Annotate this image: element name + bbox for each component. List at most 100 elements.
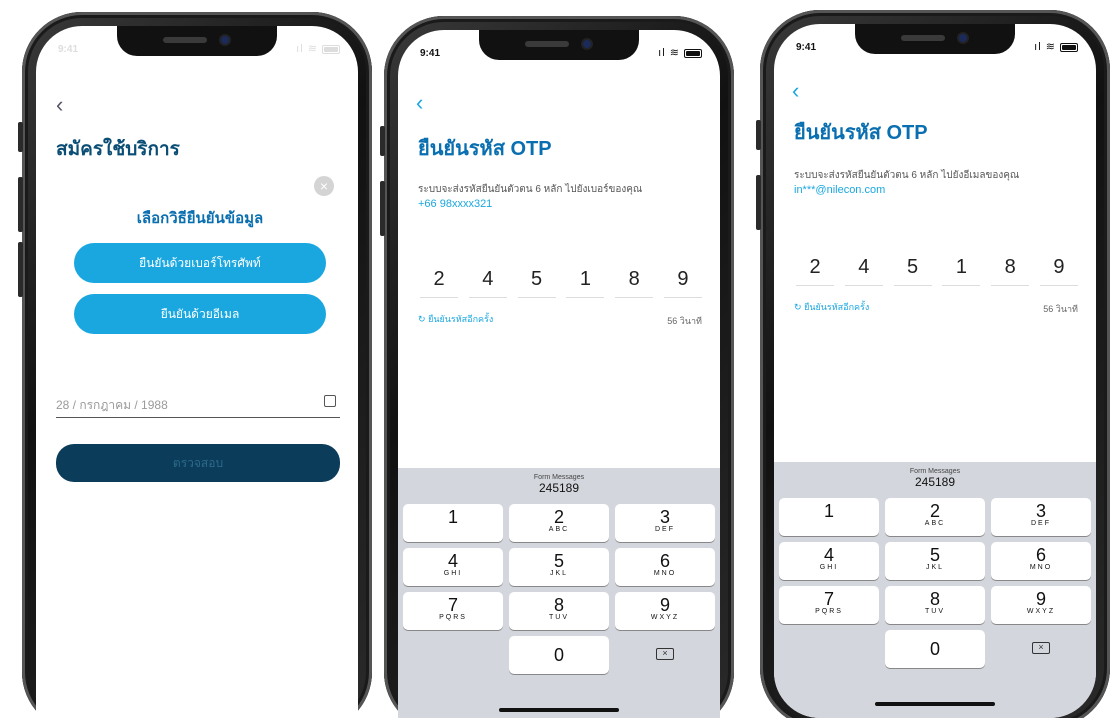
key-digit: 2 [553,507,564,527]
backspace-icon: × [1032,642,1050,654]
key-letters: PQRS [815,608,843,615]
suggestion-code: 245189 [538,481,580,495]
key-digit: 9 [659,595,670,615]
key-digit: 7 [823,589,834,609]
key-6[interactable]: 6 MNO [615,548,715,586]
key-7[interactable]: 7 PQRS [403,592,503,630]
status-icons: ıl ≋ [658,46,702,59]
phone-1: 9:41 ıl ≋ ‹ สมัครใช้บริการ 28 / กรกฎาคม … [18,12,372,718]
otp-digit[interactable]: 1 [942,256,981,286]
otp-input[interactable]: 245189 [796,256,1078,286]
key-digit: 8 [929,589,940,609]
key-4[interactable]: 4 GHI [779,542,879,580]
key-digit: 9 [1035,589,1046,609]
otp-digit[interactable]: 9 [1039,256,1078,286]
page-title: สมัครใช้บริการ [56,139,180,160]
volume-up-button [18,177,23,232]
otp-description: ระบบจะส่งรหัสยืนยันตัวตน 6 หลัก ไปยังเบอ… [418,184,643,195]
otp-digit[interactable]: 4 [468,268,507,298]
suggestion-source: Form Messages [909,468,961,475]
key-digit: 2 [929,501,940,521]
otp-suggestion[interactable]: Form Messages 245189 [774,462,1096,498]
suggestion-code: 245189 [914,475,956,489]
status-time: 9:41 [796,42,817,53]
key-6[interactable]: 6 MNO [991,542,1091,580]
key-letters: ABC [548,526,570,533]
key-8[interactable]: 8 TUV [509,592,609,630]
mockup-stage: 9:41 ıl ≋ ‹ สมัครใช้บริการ 28 / กรกฎาคม … [0,0,1118,718]
back-chevron-icon[interactable]: ‹ [416,90,423,116]
modal-title: เลือกวิธียืนยันข้อมูล [136,210,264,227]
key-3[interactable]: 3 DEF [615,504,715,542]
key-9[interactable]: 9 WXYZ [991,586,1091,624]
key-0[interactable]: 0 [885,630,985,668]
otp-digit[interactable]: 5 [517,268,556,298]
key-digit: 8 [553,595,564,615]
key-digit: 4 [823,545,834,565]
birthdate-field[interactable]: 28 / กรกฎาคม / 1988 [56,388,340,418]
resend-label: ยืนยันรหัสอีกครั้ง [428,314,494,324]
key-digit: 5 [929,545,940,565]
otp-digit[interactable]: 8 [615,268,654,298]
home-indicator [875,702,995,706]
key-letters: JKL [925,564,945,571]
back-chevron-icon[interactable]: ‹ [792,78,799,104]
key-9[interactable]: 9 WXYZ [615,592,715,630]
verify-email-button[interactable]: ยืนยันด้วยอีเมล [74,294,326,334]
otp-digit[interactable]: 1 [566,268,605,298]
battery-icon [684,48,702,58]
otp-digit[interactable]: 2 [796,256,834,286]
key-3[interactable]: 3 DEF [991,498,1091,536]
submit-button[interactable]: ตรวจสอบ [56,444,340,482]
delete-key[interactable]: × [615,636,715,674]
signal-icon: ıl [658,47,666,59]
key-letters: DEF [1031,520,1051,527]
back-chevron-icon[interactable]: ‹ [56,92,63,118]
key-letters: TUV [549,614,569,621]
otp-contact: in***@nilecon.com [794,184,886,196]
signal-icon: ıl [296,43,304,55]
numeric-keyboard: Form Messages 245189 1 2 ABC 3 DEF 4 GHI 5 JKL 6 M… [398,468,720,718]
key-letters: MNO [653,570,677,577]
key-8[interactable]: 8 TUV [885,586,985,624]
otp-digit[interactable]: 9 [663,268,702,298]
key-1[interactable]: 1 [403,504,503,542]
calendar-icon [324,395,336,407]
verify-phone-button[interactable]: ยืนยันด้วยเบอร์โทรศัพท์ [74,243,326,283]
key-7[interactable]: 7 PQRS [779,586,879,624]
key-5[interactable]: 5 JKL [509,548,609,586]
key-letters: WXYZ [1026,608,1056,615]
otp-input[interactable]: 245189 [420,268,702,298]
screen-register: 9:41 ıl ≋ ‹ สมัครใช้บริการ 28 / กรกฎาคม … [36,26,358,718]
key-1[interactable]: 1 [779,498,879,536]
backspace-icon: × [656,648,674,660]
otp-digit[interactable]: 8 [991,256,1030,286]
resend-label: ยืนยันรหัสอีกครั้ง [804,302,870,312]
mute-switch [18,122,23,152]
otp-title: ยืนยันรหัส OTP [418,138,552,160]
key-5[interactable]: 5 JKL [885,542,985,580]
otp-digit[interactable]: 5 [893,256,932,286]
suggestion-source: Form Messages [533,474,585,481]
key-2[interactable]: 2 ABC [885,498,985,536]
birthdate-value: 28 / กรกฎาคม / 1988 [56,398,168,412]
otp-digit[interactable]: 4 [844,256,883,286]
resend-link[interactable]: ↻ ยืนยันรหัสอีกครั้ง [418,312,493,326]
otp-suggestion[interactable]: Form Messages 245189 [398,468,720,504]
delete-key[interactable]: × [991,630,1091,668]
close-icon[interactable]: × [314,176,334,196]
key-2[interactable]: 2 ABC [509,504,609,542]
phone-2: 9:41 ıl ≋ ‹ ยืนยันรหัส OTP ระบบจะส่งรหัส… [380,16,734,718]
screen-otp-email: 9:41 ıl ≋ ‹ ยืนยันรหัส OTP ระบบจะส่งรหัส… [774,24,1096,718]
key-0[interactable]: 0 [509,636,609,674]
refresh-icon: ↻ [418,314,426,324]
otp-digit[interactable]: 2 [420,268,458,298]
key-4[interactable]: 4 GHI [403,548,503,586]
key-letters: GHI [443,570,463,577]
key-letters: JKL [549,570,569,577]
verify-method-modal: × เลือกวิธียืนยันข้อมูล ยืนยันด้วยเบอร์โ… [60,170,340,372]
key-letters: ABC [924,520,946,527]
resend-link[interactable]: ↻ ยืนยันรหัสอีกครั้ง [794,300,869,314]
battery-icon [1060,42,1078,52]
keypad: 1 2 ABC 3 DEF 4 GHI 5 JKL 6 MNO 7 PQRS 8 TUV 9 WXYZ 0 × [774,498,1096,668]
